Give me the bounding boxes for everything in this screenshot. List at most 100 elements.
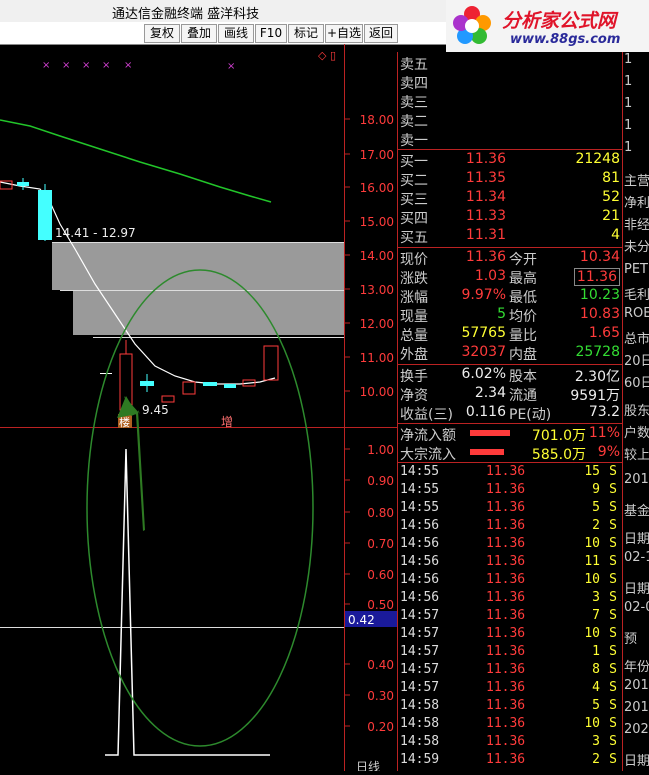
indicator-tick: 0.60 (367, 568, 394, 582)
tick-time: 14:56 (400, 518, 440, 533)
tick-volume: 3 (592, 734, 600, 749)
price-axis: 18.00 17.00 16.00 15.00 14.00 13.00 12.0… (344, 113, 394, 399)
stat2-row: 换手 6.02% 股本 2.30亿 (398, 366, 622, 385)
side-panel-item: 股东 (624, 404, 649, 419)
bid-volume: 21248 (575, 151, 620, 167)
tick-row: 14:55 11.36 15 S (398, 464, 622, 482)
tick-volume: 11 (584, 554, 600, 569)
tick-side: S (609, 752, 617, 767)
kline-chart[interactable]: 18.00 17.00 16.00 15.00 14.00 13.00 12.0… (0, 44, 397, 774)
indicator-tick: 0.50 (367, 598, 394, 612)
bid-row: 买五 11.31 4 (398, 227, 622, 246)
signal-markers: × × × × × × (42, 60, 235, 72)
kline-chart-area[interactable]: 18.00 17.00 16.00 15.00 14.00 13.00 12.0… (0, 44, 397, 774)
indicator-tick: 0.70 (367, 537, 394, 551)
f10-button[interactable]: F10 (255, 24, 287, 43)
ask-label: 卖一 (400, 133, 428, 149)
side-panel-item: 1 (624, 96, 633, 111)
side-panel-item: 预 (624, 632, 638, 647)
side-panel-item: 日期 (624, 532, 649, 547)
tick-price: 11.36 (486, 572, 526, 587)
stat-label: 总量 (400, 328, 428, 344)
side-panel-item: 净利 (624, 196, 649, 211)
tick-time: 14:55 (400, 500, 440, 515)
flow-row: 大宗流入 585.0万 9% (398, 444, 622, 463)
stat-label: 流通 (509, 388, 537, 404)
bid-price: 11.35 (465, 170, 506, 186)
tick-side: S (609, 500, 617, 515)
tick-price: 11.36 (486, 752, 526, 767)
stat-value: 10.34 (579, 249, 620, 265)
f10-side-panel[interactable]: 6311111主营净利非经未分PET毛利ROE总市20日60日股东户数较上201… (622, 52, 649, 771)
period-label[interactable]: 日线 (356, 760, 380, 774)
ask-label: 卖五 (400, 57, 428, 73)
restore-rights-button[interactable]: 复权 (144, 24, 180, 43)
stat-value: 0.116 (465, 404, 506, 420)
stat-value: 73.2 (588, 404, 620, 420)
tick-time: 14:57 (400, 662, 440, 677)
side-panel-item: 年份 (624, 660, 649, 675)
tick-row: 14:55 11.36 5 S (398, 500, 622, 518)
tick-row: 14:56 11.36 11 S (398, 554, 622, 572)
bid-volume: 4 (611, 227, 620, 243)
tick-volume: 3 (592, 590, 600, 605)
stat-value: 2.30亿 (574, 369, 620, 385)
side-panel-item: 202 (624, 722, 649, 737)
tick-volume: 1 (592, 644, 600, 659)
tick-row: 14:57 11.36 4 S (398, 680, 622, 698)
stat2-row: 净资 2.34 流通 9591万 (398, 385, 622, 404)
indicator-tick: 0.30 (367, 689, 394, 703)
side-panel-item: 毛利 (624, 288, 649, 303)
tick-time: 14:58 (400, 716, 440, 731)
ask-label: 卖四 (400, 76, 428, 92)
stat-label: 净资 (400, 388, 428, 404)
svg-text:×: × (102, 60, 110, 71)
stat-label: 量比 (509, 328, 537, 344)
overlay-button[interactable]: 叠加 (181, 24, 217, 43)
tick-time: 14:55 (400, 482, 440, 497)
price-tick: 11.00 (360, 351, 394, 365)
mark-button[interactable]: 标记 (288, 24, 324, 43)
indicator-tick: 0.80 (367, 506, 394, 520)
back-button[interactable]: 返回 (364, 24, 398, 43)
bid-row: 买二 11.35 81 (398, 170, 622, 189)
tick-side: S (609, 716, 617, 731)
add-watchlist-button[interactable]: +自选 (325, 24, 363, 43)
stat-label: 收益(三) (400, 407, 453, 423)
tick-side: S (609, 554, 617, 569)
tick-side: S (609, 536, 617, 551)
price-tick: 14.00 (360, 249, 394, 263)
tick-row: 14:58 11.36 5 S (398, 698, 622, 716)
tick-row: 14:59 11.36 2 S (398, 752, 622, 770)
ask-row: 卖五 (398, 54, 622, 73)
tick-price: 11.36 (486, 518, 526, 533)
logo-url: www.88gs.com (510, 32, 621, 47)
range-label: 14.41 - 12.97 (55, 226, 136, 240)
price-tick: 15.00 (360, 215, 394, 229)
tick-time: 14:57 (400, 626, 440, 641)
price-tick: 17.00 (360, 148, 394, 162)
svg-text:×: × (62, 60, 70, 71)
tick-side: S (609, 464, 617, 479)
stat-value: 5 (497, 306, 506, 322)
stat-label: 涨跌 (400, 271, 428, 287)
side-panel-item: 60日 (624, 376, 649, 391)
side-panel-item: 基金 (624, 504, 649, 519)
side-panel-item: 总市 (624, 332, 649, 347)
stat-value: 57765 (461, 325, 506, 341)
stat-row: 总量 57765 量比 1.65 (398, 325, 622, 344)
ask-label: 卖三 (400, 95, 428, 111)
side-panel-item: 1 (624, 74, 633, 89)
bid-label: 买五 (400, 230, 428, 246)
tick-side: S (609, 482, 617, 497)
logo: 分析家公式网 www.88gs.com (446, 0, 649, 52)
tick-time: 14:56 (400, 536, 440, 551)
stat-label: 均价 (509, 309, 537, 325)
price-tick: 10.00 (360, 385, 394, 399)
tick-volume: 10 (584, 626, 600, 641)
tick-price: 11.36 (486, 590, 526, 605)
tick-row: 14:57 11.36 8 S (398, 662, 622, 680)
draw-line-button[interactable]: 画线 (218, 24, 254, 43)
low-label: 9.45 (142, 403, 169, 417)
tick-price: 11.36 (486, 500, 526, 515)
